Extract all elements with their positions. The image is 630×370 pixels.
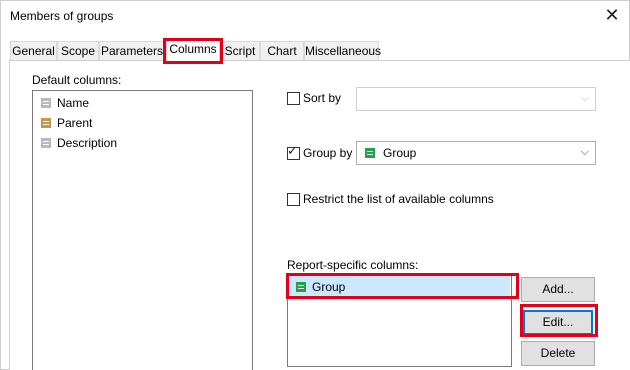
restrict-label: Restrict the list of available columns [303,192,494,206]
list-item-label: Parent [57,116,93,130]
tab-miscellaneous[interactable]: Miscellaneous [304,41,381,61]
list-item[interactable]: Parent [41,114,92,132]
title-bar: Members of groups ✕ [1,1,630,33]
list-item[interactable]: Group [296,278,345,296]
dialog-window: Members of groups ✕ General Scope Parame… [0,0,630,370]
list-item-label: Group [312,280,346,294]
default-columns-label: Default columns: [32,73,122,87]
sort-by-checkbox[interactable] [287,92,300,105]
restrict-checkbox[interactable] [287,193,300,206]
list-item[interactable]: Description [41,134,117,152]
window-title: Members of groups [10,9,114,23]
list-item-label: Description [57,136,118,150]
checkmark-icon: ✓ [287,144,298,159]
report-columns-list[interactable]: Group [287,274,512,367]
tab-chart[interactable]: Chart [260,41,304,61]
chevron-down-icon: ⌵ [580,145,589,158]
delete-button[interactable]: Delete [521,341,595,366]
field-icon [365,148,375,158]
group-by-label: Group by [303,146,353,160]
group-by-checkbox[interactable]: ✓ [287,144,300,160]
tab-strip: General Scope Parameters Columns Script … [1,39,630,61]
tab-script[interactable]: Script [220,41,260,61]
group-by-value: Group [383,146,417,160]
field-icon [41,98,51,108]
list-item[interactable]: Name [41,94,89,112]
tab-general[interactable]: General [10,41,57,61]
edit-button[interactable]: Edit... [523,310,593,335]
field-icon [41,118,51,128]
sort-by-label: Sort by [303,91,342,105]
tab-parameters[interactable]: Parameters [99,41,165,61]
tab-scope[interactable]: Scope [57,41,99,61]
report-columns-label: Report-specific columns: [287,258,419,272]
group-by-select[interactable]: Group ⌵ [356,141,596,165]
add-button[interactable]: Add... [521,277,595,302]
field-icon [296,282,306,292]
close-icon[interactable]: ✕ [597,3,627,29]
default-columns-list[interactable]: Name Parent Description [32,90,253,370]
tab-columns[interactable]: Columns [166,39,220,61]
chevron-down-icon: ⌵ [580,91,589,104]
field-icon [41,138,51,148]
list-item-label: Name [57,96,90,110]
sort-by-select[interactable]: ⌵ [356,87,596,111]
